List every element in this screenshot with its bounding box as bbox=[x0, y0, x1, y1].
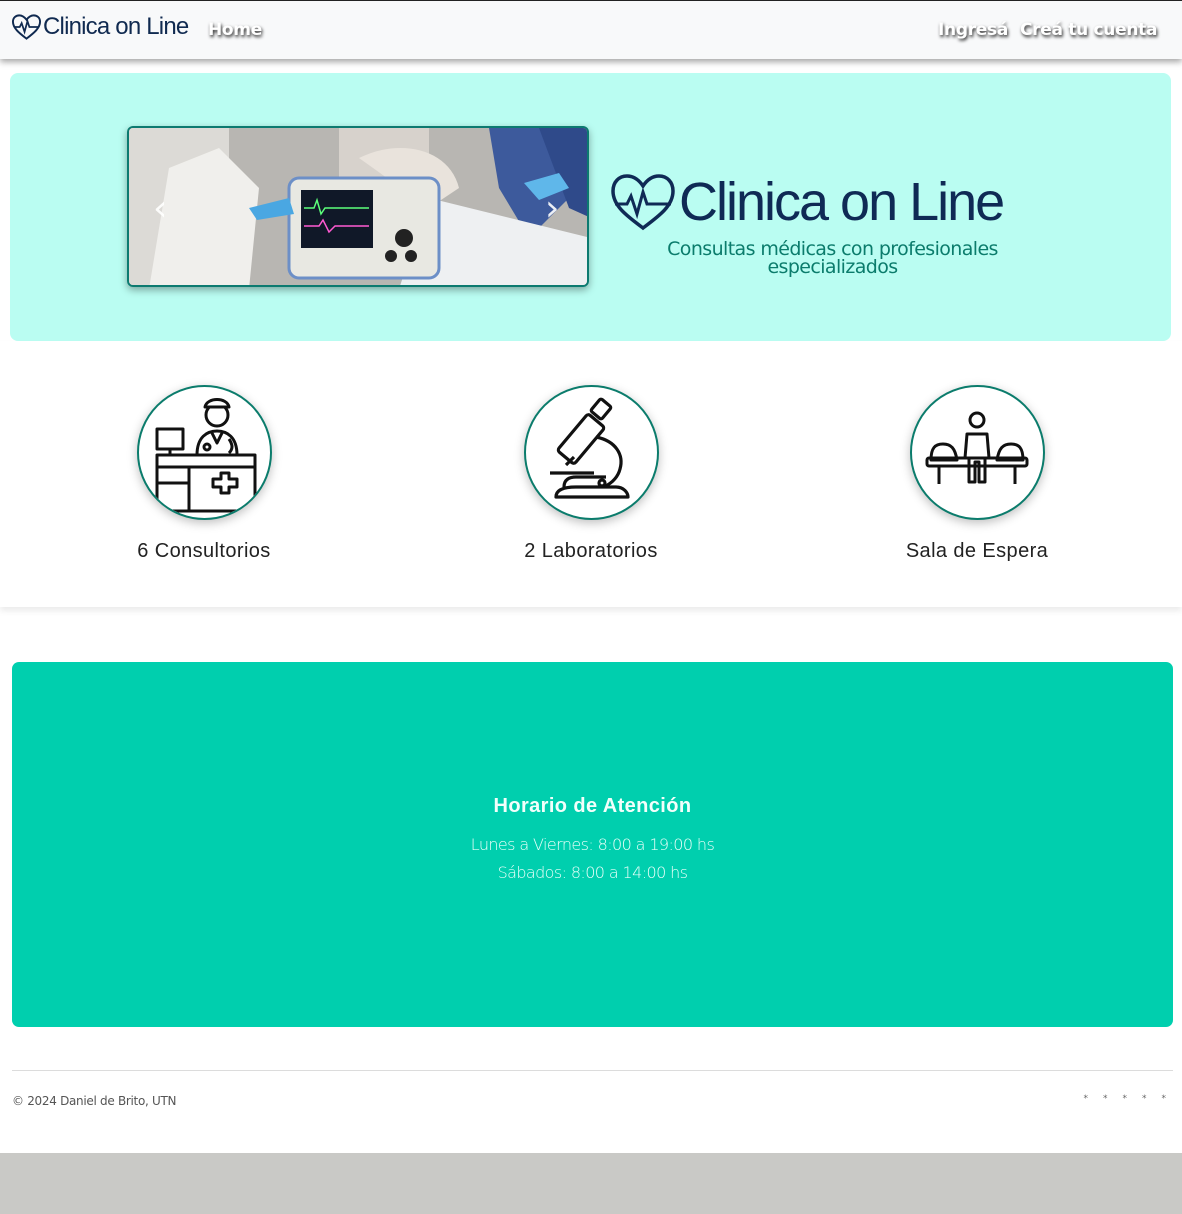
carousel-image bbox=[129, 128, 587, 285]
social-link[interactable]: * bbox=[1123, 1094, 1128, 1104]
nav-login-link[interactable]: Ingresá bbox=[938, 20, 1008, 40]
social-link[interactable]: * bbox=[1142, 1094, 1147, 1104]
feature-sala-espera: Sala de Espera bbox=[827, 385, 1127, 563]
schedule-weekdays: Lunes a Viernes: 8:00 a 19:00 hs bbox=[470, 835, 715, 854]
hero-subtitle: Consultas médicas con profesionales espe… bbox=[667, 238, 998, 278]
image-carousel[interactable]: ‹ › bbox=[127, 126, 589, 287]
schedule-card: Horario de Atención Lunes a Viernes: 8:0… bbox=[12, 662, 1173, 1027]
carousel-next-button[interactable]: › bbox=[545, 188, 559, 229]
social-link[interactable]: * bbox=[1084, 1094, 1089, 1104]
feature-label: 2 Laboratorios bbox=[524, 540, 658, 562]
page-bottom-bar bbox=[0, 1153, 1182, 1214]
feature-icon-circle bbox=[136, 385, 272, 520]
nav-register-link[interactable]: Creá tu cuenta bbox=[1020, 20, 1157, 40]
schedule-saturday: Sábados: 8:00 a 14:00 hs bbox=[497, 863, 688, 882]
footer-divider bbox=[12, 1070, 1173, 1071]
social-link[interactable]: * bbox=[1103, 1094, 1108, 1104]
hero-title: Clinica on Line bbox=[679, 172, 1005, 232]
feature-laboratorios: 2 Laboratorios bbox=[441, 385, 741, 563]
navbar: Clinica on Line Home Ingresá Creá tu cue… bbox=[0, 0, 1182, 59]
social-links: * * * * * bbox=[1084, 1094, 1167, 1104]
heart-pulse-icon bbox=[611, 174, 675, 231]
nav-home-link[interactable]: Home bbox=[208, 20, 262, 40]
feature-label: 6 Consultorios bbox=[137, 540, 271, 562]
feature-icon-circle bbox=[523, 385, 659, 520]
microscope-icon bbox=[550, 397, 630, 499]
carousel-prev-button[interactable]: ‹ bbox=[153, 188, 167, 229]
footer-copyright: © 2024 Daniel de Brito, UTN bbox=[12, 1094, 177, 1108]
feature-label: Sala de Espera bbox=[905, 540, 1049, 562]
schedule-title: Horario de Atención bbox=[493, 795, 692, 817]
feature-icon-circle bbox=[909, 385, 1045, 520]
feature-consultorios: 6 Consultorios bbox=[54, 385, 354, 563]
waiting-room-icon bbox=[925, 411, 1029, 484]
brand-logo[interactable]: Clinica on Line bbox=[11, 13, 189, 41]
heart-pulse-icon bbox=[11, 14, 42, 40]
doctor-desk-icon bbox=[155, 397, 257, 512]
social-link[interactable]: * bbox=[1162, 1094, 1167, 1104]
features-section: 6 Consultorios 2 Laboratorios Sala de Es… bbox=[0, 341, 1182, 607]
hero-logo: Clinica on Line bbox=[609, 171, 1005, 233]
brand-text: Clinica on Line bbox=[43, 13, 189, 40]
